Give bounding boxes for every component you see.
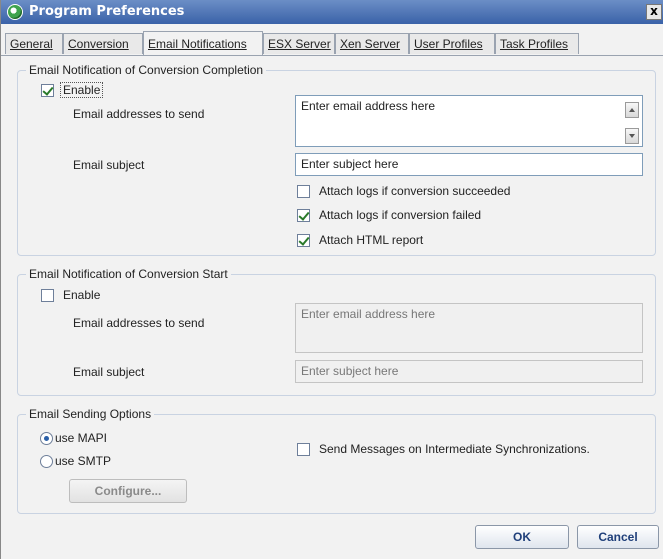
mapi-label: use MAPI — [55, 431, 108, 445]
completion-subject-input[interactable]: Enter subject here — [295, 153, 643, 176]
attach-success-label: Attach logs if conversion succeeded — [319, 184, 511, 198]
scroll-up-button[interactable] — [625, 102, 639, 118]
tab-esx-server[interactable]: ESX Server — [263, 33, 335, 54]
start-enable-checkbox[interactable] — [41, 289, 54, 302]
start-addresses-label: Email addresses to send — [73, 316, 205, 330]
attach-html-checkbox[interactable] — [297, 234, 310, 247]
ok-button[interactable]: OK — [475, 525, 569, 549]
tab-divider — [1, 55, 663, 56]
completion-addresses-label: Email addresses to send — [73, 107, 205, 121]
window-title: Program Preferences — [29, 4, 185, 19]
title-bar[interactable]: Program Preferences x — [1, 0, 663, 24]
configure-button[interactable]: Configure... — [69, 479, 187, 503]
cancel-button[interactable]: Cancel — [577, 525, 659, 549]
attach-html-label: Attach HTML report — [319, 233, 424, 247]
tab-task-profiles[interactable]: Task Profiles — [495, 33, 579, 54]
start-group-title: Email Notification of Conversion Start — [26, 267, 231, 281]
attach-failed-label: Attach logs if conversion failed — [319, 208, 482, 222]
completion-addresses-input[interactable]: Enter email address here — [295, 95, 643, 147]
intermediate-label: Send Messages on Intermediate Synchroniz… — [319, 442, 590, 456]
tab-general[interactable]: General — [5, 33, 63, 54]
close-button[interactable]: x — [646, 4, 662, 20]
attach-failed-checkbox[interactable] — [297, 209, 310, 222]
preferences-dialog: Program Preferences x General Conversion… — [0, 0, 663, 559]
tab-conversion[interactable]: Conversion — [63, 33, 143, 54]
tab-xen-server[interactable]: Xen Server — [335, 33, 409, 54]
smtp-radio[interactable] — [40, 455, 53, 468]
app-icon — [7, 4, 23, 20]
completion-group-title: Email Notification of Conversion Complet… — [26, 63, 267, 77]
intermediate-checkbox[interactable] — [297, 443, 310, 456]
completion-enable-label: Enable — [59, 82, 104, 98]
attach-success-checkbox[interactable] — [297, 185, 310, 198]
start-enable-label: Enable — [63, 288, 101, 302]
completion-enable-checkbox[interactable] — [41, 84, 54, 97]
mapi-radio[interactable] — [40, 432, 53, 445]
tab-user-profiles[interactable]: User Profiles — [409, 33, 495, 54]
start-subject-label: Email subject — [73, 365, 145, 379]
completion-subject-label: Email subject — [73, 158, 145, 172]
smtp-label: use SMTP — [55, 454, 112, 468]
scroll-down-button[interactable] — [625, 128, 639, 144]
start-subject-input[interactable]: Enter subject here — [295, 360, 643, 383]
sending-group-title: Email Sending Options — [26, 407, 155, 421]
tab-email-notifications[interactable]: Email Notifications — [143, 31, 263, 55]
start-addresses-input[interactable]: Enter email address here — [295, 303, 643, 353]
